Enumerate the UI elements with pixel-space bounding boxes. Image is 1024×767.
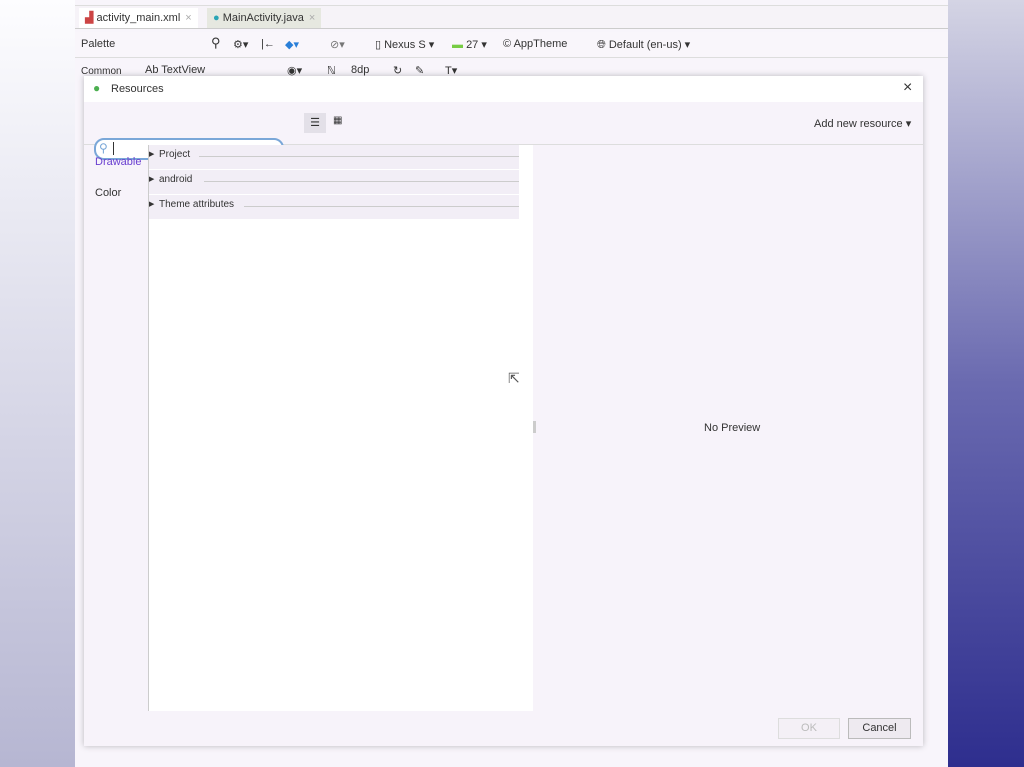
splitter-handle[interactable] (533, 421, 536, 433)
ok-button[interactable]: OK (778, 718, 840, 739)
slide-right-border (948, 0, 1024, 767)
resource-tree: ▶ Project ▶ android ▶ Theme attributes (148, 145, 533, 711)
tab-main-activity[interactable]: ● MainActivity.java × (207, 8, 322, 28)
tab-activity-main[interactable]: ▟ activity_main.xml × (79, 8, 198, 28)
close-icon[interactable]: × (309, 12, 315, 24)
palette-item-textview[interactable]: Ab TextView (145, 64, 205, 76)
grid-view-icon[interactable]: ▦ (333, 115, 342, 126)
cancel-button[interactable]: Cancel (848, 718, 911, 739)
layers-icon[interactable]: ◆▾ (285, 38, 299, 51)
close-icon[interactable]: × (185, 12, 191, 24)
locale-selector[interactable]: 🌐︎ Default (en-us) ▾ (597, 38, 690, 52)
orientation-icon[interactable]: ⊘▾ (330, 38, 345, 51)
close-icon[interactable]: × (903, 79, 912, 97)
text-cursor (113, 142, 114, 155)
list-view-icon[interactable]: ☰ (304, 113, 326, 133)
group-android[interactable]: ▶ android (149, 170, 519, 194)
group-project[interactable]: ▶ Project (149, 145, 519, 169)
divider (199, 156, 519, 157)
add-new-resource-label: Add new resource (814, 118, 903, 130)
expand-arrow-icon[interactable]: ▶ (149, 150, 154, 158)
palette-title: Palette (81, 38, 116, 50)
expand-arrow-icon[interactable]: ▶ (149, 200, 154, 208)
expand-arrow-icon[interactable]: ▶ (149, 175, 154, 183)
search-row: ⚲ ☰ ▦ Add new resource ▾ (84, 102, 923, 160)
tab-label: activity_main.xml (96, 12, 181, 24)
nav-drawable[interactable]: Drawable (95, 156, 141, 168)
slide-left-border (0, 0, 75, 767)
theme-selector[interactable]: © AppTheme (503, 38, 567, 50)
tab-label: MainActivity.java (222, 12, 304, 24)
divider (244, 206, 519, 207)
gear-icon[interactable]: ⚙▾ (233, 38, 248, 51)
search-icon[interactable]: ⚲ (211, 35, 221, 51)
preview-text: No Preview (704, 422, 761, 434)
android-studio-icon: ● (93, 81, 101, 95)
theme-label: AppTheme (513, 38, 568, 50)
nav-color[interactable]: Color (95, 187, 121, 199)
margin-selector[interactable]: 8dp (351, 64, 369, 76)
android-icon: ▬ (452, 39, 463, 51)
java-class-icon: ● (213, 12, 220, 24)
collapse-icon[interactable]: |← (261, 38, 275, 50)
search-icon: ⚲ (99, 141, 108, 155)
design-toolbar: Palette ⚲ ⚙▾ |← ◆▾ ⊘▾ ▯ Nexus S ▾ ▬ 27 ▾… (75, 32, 948, 58)
dialog-title: Resources (111, 83, 164, 95)
dialog-title-bar: ● Resources × (84, 76, 923, 102)
xml-layout-icon: ▟ (85, 12, 94, 24)
editor-tabs: ▟ activity_main.xml × ● MainActivity.java… (75, 5, 948, 29)
group-theme-attributes[interactable]: ▶ Theme attributes (149, 195, 519, 219)
locale-label: Default (en-us) (608, 39, 682, 51)
group-label: android (159, 174, 193, 185)
device-selector[interactable]: ▯ Nexus S ▾ (375, 38, 434, 51)
api-label: 27 (466, 39, 479, 51)
mouse-cursor-icon: ⇱ (508, 370, 520, 386)
resources-dialog: ● Resources × ⚲ ☰ ▦ Add new resource ▾ D… (84, 76, 923, 746)
add-new-resource-button[interactable]: Add new resource ▾ (814, 117, 911, 130)
api-selector[interactable]: ▬ 27 ▾ (452, 38, 487, 51)
device-label: Nexus S (384, 39, 426, 51)
group-label: Project (159, 149, 191, 160)
group-label: Theme attributes (159, 199, 235, 210)
divider (204, 181, 519, 182)
